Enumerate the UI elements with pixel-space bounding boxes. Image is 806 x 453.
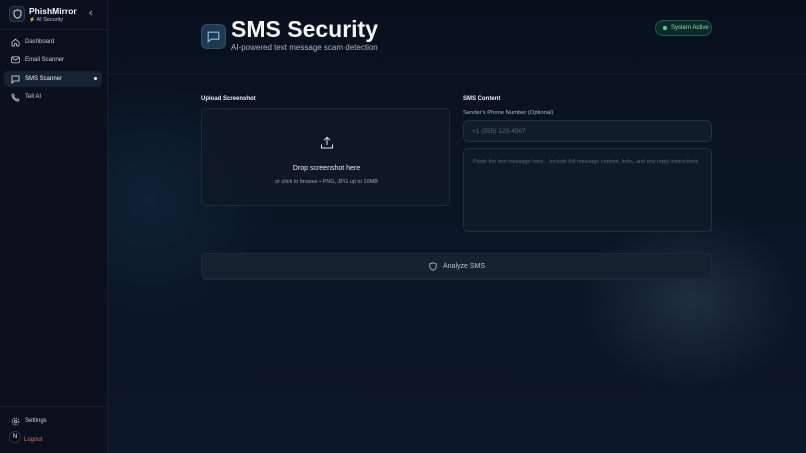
brand-name: PhishMirror <box>29 6 77 16</box>
mail-icon <box>10 55 20 65</box>
sidebar: PhishMirror ⚡ AI Security Dashboard Emai… <box>0 0 108 453</box>
analyze-sms-button[interactable]: Analyze SMS <box>201 253 712 280</box>
logout-label: Logout <box>24 437 43 443</box>
sidebar-item-label: Dashboard <box>25 39 55 45</box>
sms-title-icon <box>201 24 226 49</box>
phone-icon <box>10 92 20 102</box>
phone-field-label: Sender's Phone Number (Optional) <box>463 110 554 116</box>
sidebar-item-dashboard[interactable]: Dashboard <box>4 34 102 50</box>
sidebar-divider <box>0 29 108 30</box>
header-divider <box>109 74 806 75</box>
shield-icon <box>428 262 438 272</box>
sidebar-item-settings[interactable]: Settings <box>4 413 102 429</box>
dropzone-hint: or click to browse • PNG, JPG up to 10MB <box>275 179 378 185</box>
collapse-sidebar-button[interactable] <box>86 8 96 18</box>
analyze-button-label: Analyze SMS <box>442 263 486 270</box>
sidebar-item-label: Email Scanner <box>25 57 65 63</box>
sidebar-item-sms-scanner[interactable]: SMS Scanner <box>4 71 102 87</box>
sidebar-divider <box>0 406 108 407</box>
message-square-icon <box>10 74 20 84</box>
sidebar-item-label: Tell AI <box>25 94 42 100</box>
dropzone-title: Drop screenshot here <box>292 165 361 172</box>
sidebar-item-label: Settings <box>25 418 47 424</box>
sms-section-label: SMS Content <box>463 96 501 102</box>
gear-icon <box>10 416 20 426</box>
sidebar-item-label: SMS Scanner <box>25 76 63 82</box>
brand-subtitle: ⚡ AI Security <box>29 17 63 23</box>
sms-message-textarea[interactable] <box>463 148 712 232</box>
screenshot-dropzone[interactable]: Drop screenshot here or click to browse … <box>201 108 450 206</box>
upload-section-label: Upload Screenshot <box>201 96 256 102</box>
status-badge: System Active <box>655 20 712 36</box>
status-text: System Active <box>671 25 709 31</box>
phone-number-input[interactable] <box>463 120 712 142</box>
active-indicator-dot <box>94 77 97 80</box>
page-subtitle: AI-powered text message scam detection <box>231 43 378 52</box>
upload-icon <box>321 136 333 149</box>
sidebar-item-email-scanner[interactable]: Email Scanner <box>4 52 102 68</box>
shield-logo-icon <box>9 6 25 22</box>
sparkle-icon: ⚡ <box>29 17 36 23</box>
brand-subtitle-text: AI Security <box>36 17 64 23</box>
status-dot-icon <box>663 26 667 30</box>
chevron-left-icon <box>88 10 93 16</box>
sidebar-item-tell-ai[interactable]: Tell AI <box>4 89 102 105</box>
logout-button[interactable]: Logout <box>18 432 102 448</box>
page-title: SMS Security <box>231 16 378 42</box>
home-icon <box>10 37 20 47</box>
